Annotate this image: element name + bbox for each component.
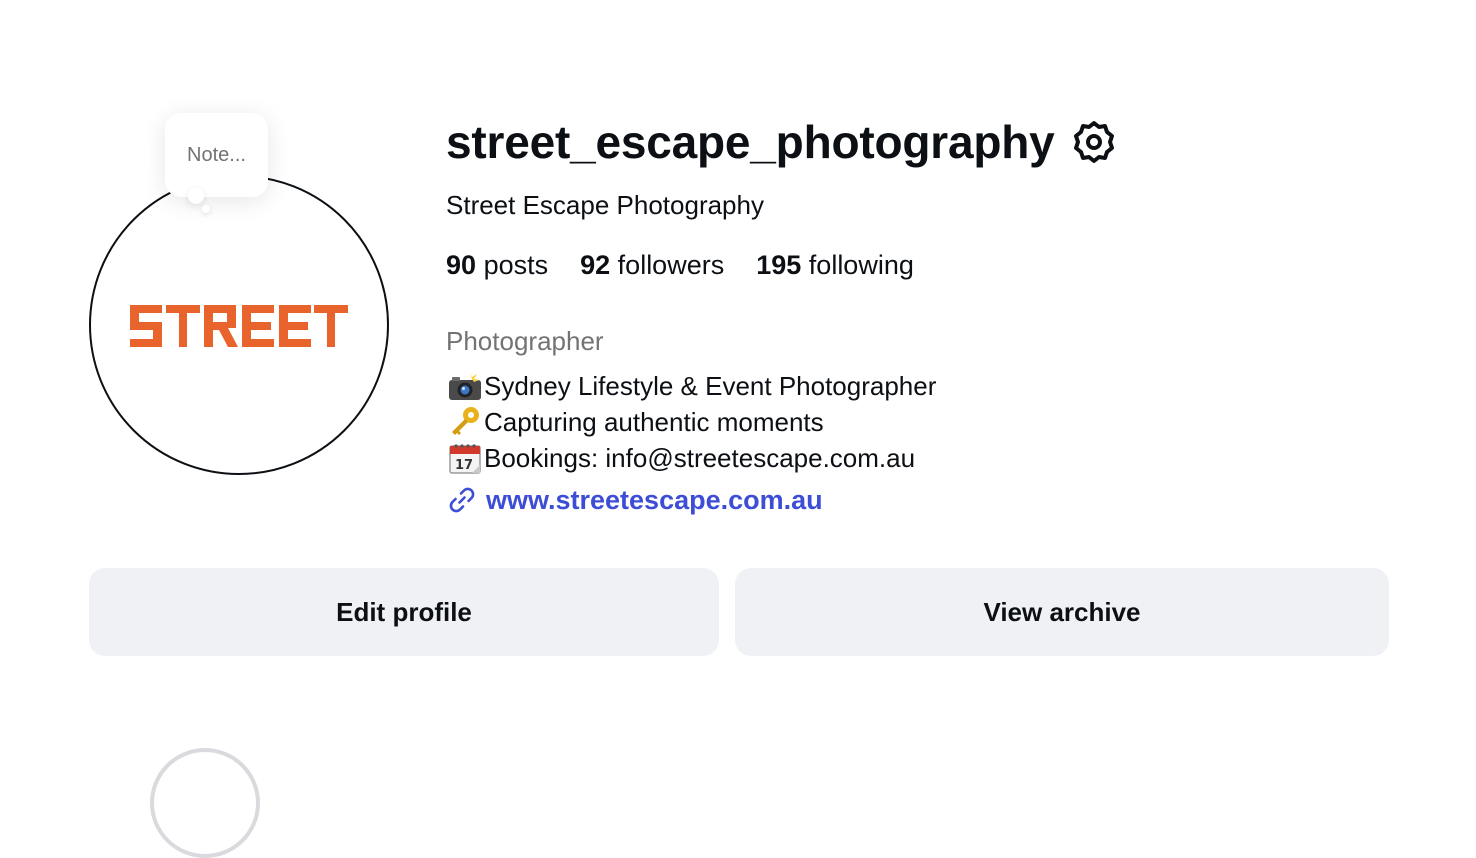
following-label: following [808, 250, 914, 280]
profile-header: Note... street_escape_photography Street… [0, 0, 1476, 858]
following-stat[interactable]: 195 following [756, 250, 914, 281]
username-row: street_escape_photography [446, 112, 1117, 172]
story-highlight[interactable] [150, 748, 260, 858]
followers-stat[interactable]: 92 followers [580, 250, 724, 281]
followers-label: followers [617, 250, 725, 280]
note-bubble-tail [188, 188, 204, 204]
posts-label: posts [483, 250, 549, 280]
profile-avatar[interactable] [89, 175, 389, 475]
website-url: www.streetescape.com.au [486, 484, 823, 515]
display-name: Street Escape Photography [446, 190, 764, 220]
bio-line-text: Bookings: info@streetescape.com.au [484, 443, 916, 473]
profile-stats: 90 posts 92 followers 195 following [446, 250, 946, 281]
note-bubble[interactable]: Note... [165, 113, 268, 197]
profile-category: Photographer [446, 326, 604, 356]
note-bubble-tail-small [202, 205, 210, 213]
svg-text:17: 17 [455, 458, 473, 473]
link-icon [446, 484, 478, 516]
bio-line: 17 Bookings: info@streetescape.com.au [446, 440, 936, 476]
edit-profile-button[interactable]: Edit profile [89, 568, 719, 656]
view-archive-label: View archive [983, 596, 1141, 627]
username: street_escape_photography [446, 116, 1055, 168]
posts-stat[interactable]: 90 posts [446, 250, 548, 281]
gear-icon [1073, 121, 1114, 163]
settings-button[interactable] [1071, 119, 1117, 165]
bio-line: Capturing authentic moments [446, 404, 936, 440]
bio-line: Sydney Lifestyle & Event Photographer [446, 368, 936, 404]
website-link[interactable]: www.streetescape.com.au [446, 484, 823, 516]
edit-profile-label: Edit profile [336, 596, 472, 627]
view-archive-button[interactable]: View archive [735, 568, 1389, 656]
profile-bio: Sydney Lifestyle & Event Photographer Ca… [446, 368, 936, 476]
spiral-calendar-icon: 17 [446, 441, 484, 475]
camera-with-flash-icon [446, 369, 484, 403]
note-placeholder: Note... [187, 143, 246, 166]
bio-line-text: Capturing authentic moments [484, 407, 824, 437]
posts-count: 90 [446, 250, 477, 280]
followers-count: 92 [580, 250, 611, 280]
bio-line-text: Sydney Lifestyle & Event Photographer [484, 371, 937, 401]
street-logo [130, 305, 348, 347]
following-count: 195 [756, 250, 802, 280]
key-icon [446, 405, 484, 439]
